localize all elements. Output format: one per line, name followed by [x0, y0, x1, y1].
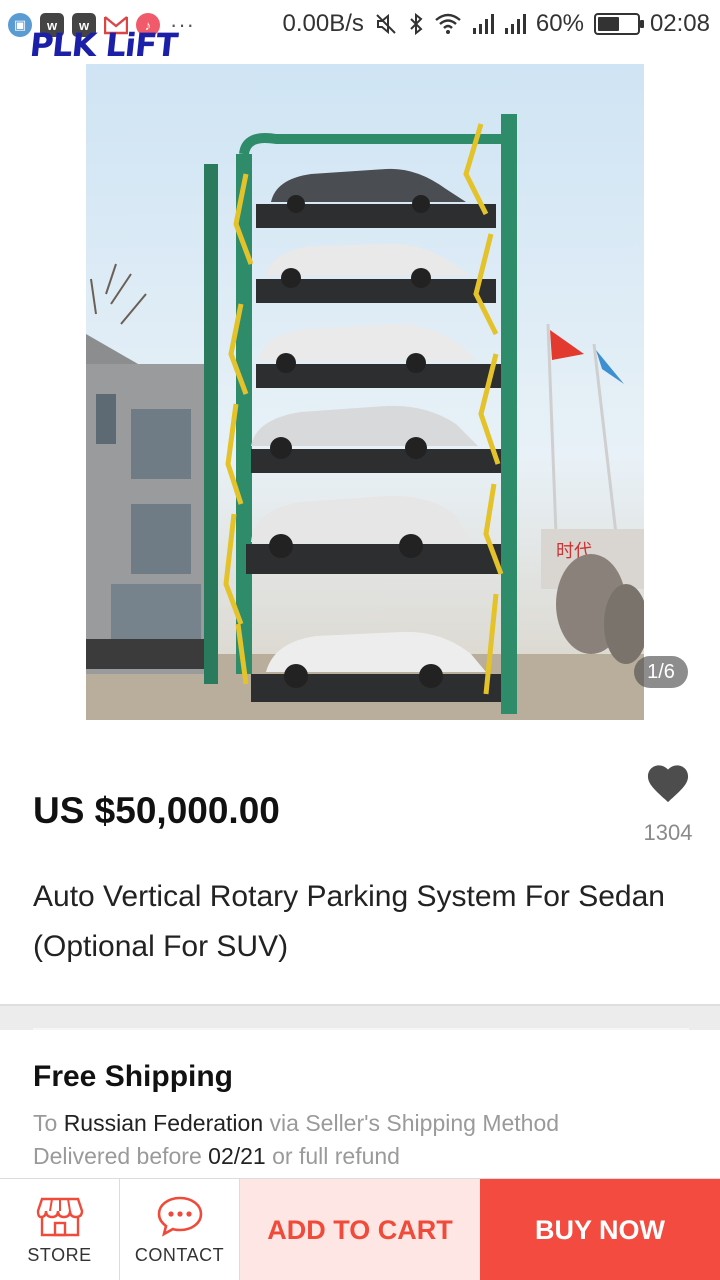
signal-icon	[472, 13, 494, 35]
shipping-title: Free Shipping	[33, 1060, 234, 1093]
image-counter: 1/6	[634, 656, 688, 688]
battery-icon	[593, 13, 644, 35]
store-label: STORE	[27, 1244, 92, 1265]
contact-button[interactable]: CONTACT	[120, 1179, 240, 1280]
add-to-cart-button[interactable]: ADD TO CART	[240, 1179, 480, 1280]
delivery-label: Delivered before	[33, 1143, 202, 1169]
product-title: Auto Vertical Rotary Parking System For …	[33, 880, 665, 963]
refund-text: or full refund	[272, 1143, 400, 1169]
brand-logo: PLK LiFT	[28, 26, 179, 64]
signal-icon	[504, 13, 526, 35]
contact-label: CONTACT	[134, 1244, 225, 1265]
parking-tower-photo: 时代	[86, 114, 644, 720]
bluetooth-icon	[408, 12, 424, 36]
mute-icon	[374, 12, 398, 36]
network-speed: 0.00B/s	[282, 10, 364, 37]
wishlist-button[interactable]: 1304	[628, 760, 708, 850]
section-divider-inner	[33, 1028, 689, 1030]
shipping-to-label: To	[33, 1110, 58, 1136]
shipping-destination[interactable]: To Russian Federation via Seller's Shipp…	[33, 1110, 559, 1137]
screenshot-icon: ▣	[8, 13, 32, 37]
delivery-estimate: Delivered before 02/21 or full refund	[33, 1143, 400, 1170]
clock: 02:08	[649, 10, 710, 37]
product-price: US $50,000.00	[33, 790, 280, 831]
product-image[interactable]: 时代	[86, 64, 644, 720]
system-status: 0.00B/s 60% 02:08	[283, 10, 711, 38]
shipping-country: Russian Federation	[63, 1110, 264, 1136]
store-icon	[36, 1197, 83, 1236]
wifi-icon	[434, 13, 462, 35]
buy-now-button[interactable]: BUY NOW	[480, 1179, 720, 1280]
product-page: ▣ w w ♪ ··· 0.00B/s 60% 02:08 PLK LiFT 时…	[0, 0, 720, 1280]
chat-icon	[157, 1196, 202, 1237]
store-button[interactable]: STORE	[0, 1179, 120, 1280]
battery-level	[597, 17, 620, 31]
heart-icon	[647, 765, 689, 803]
shipping-method: via Seller's Shipping Method	[269, 1110, 560, 1136]
battery-percent: 60%	[535, 10, 584, 37]
bottom-action-bar: STORE CONTACT ADD TO CART BUY NOW	[0, 1178, 720, 1280]
delivery-date: 02/21	[208, 1143, 266, 1169]
wishlist-count: 1304	[643, 820, 693, 845]
section-divider	[0, 1004, 720, 1030]
